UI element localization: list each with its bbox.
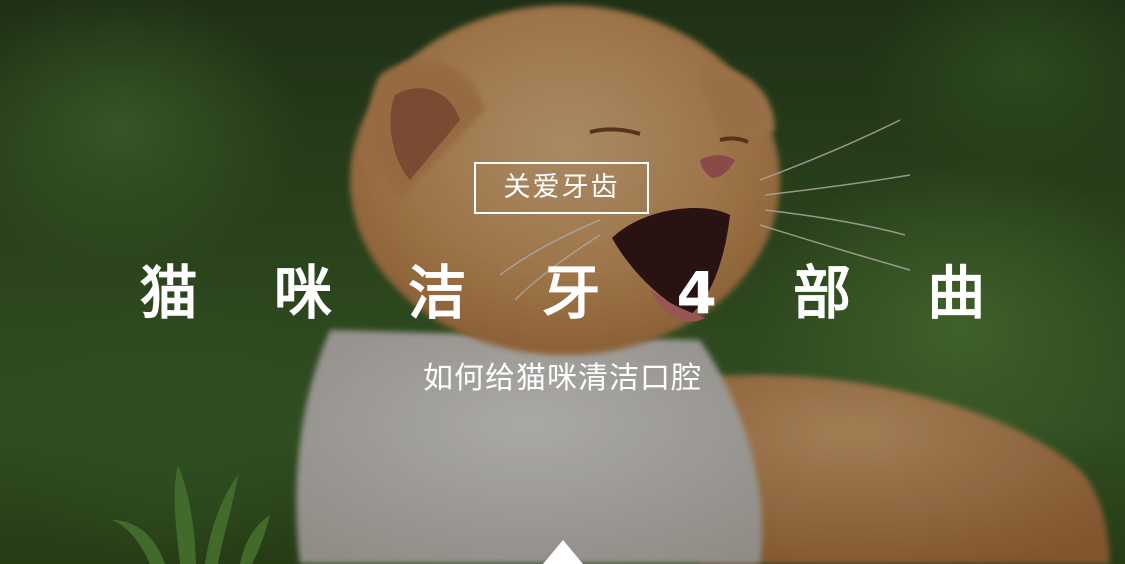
hero-content: 关爱牙齿 猫 咪 洁 牙 4 部 曲 如何给猫咪清洁口腔 bbox=[0, 0, 1125, 564]
hero-title: 猫 咪 洁 牙 4 部 曲 bbox=[139, 259, 1014, 327]
hero-subtitle: 如何给猫咪清洁口腔 bbox=[423, 361, 702, 396]
hero-banner: 关爱牙齿 猫 咪 洁 牙 4 部 曲 如何给猫咪清洁口腔 bbox=[0, 0, 1125, 564]
topic-badge: 关爱牙齿 bbox=[474, 162, 649, 214]
up-triangle-icon[interactable] bbox=[543, 540, 583, 564]
